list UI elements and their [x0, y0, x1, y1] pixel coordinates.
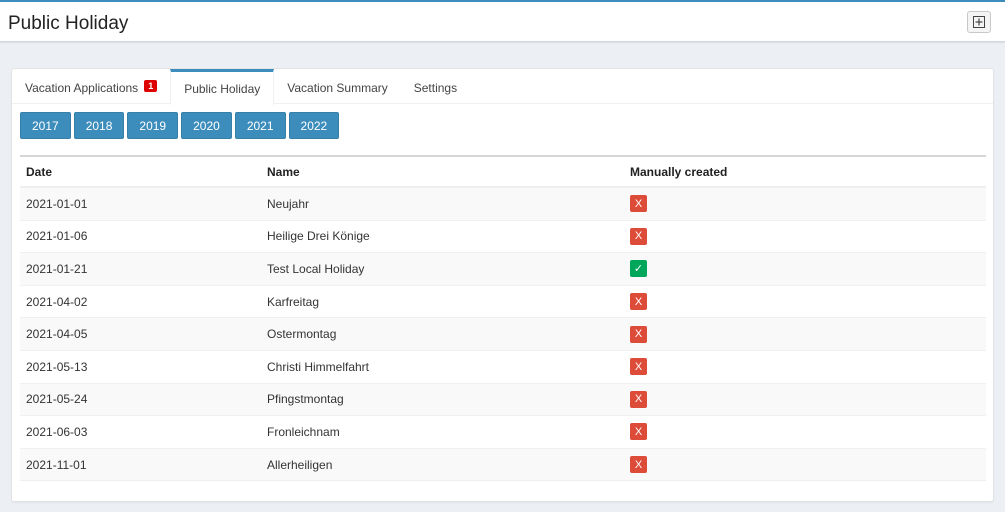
cell-name: Test Local Holiday — [267, 261, 365, 276]
table-header: Date Name Manually created — [20, 157, 986, 187]
cell-date: 2021-06-03 — [26, 424, 88, 439]
table-row: 2021-05-24 Pfingstmontag X — [20, 382, 986, 416]
cell-name: Karfreitag — [267, 294, 320, 309]
column-header-manually-created[interactable]: Manually created — [622, 165, 986, 179]
table-row: 2021-01-01 Neujahr X — [20, 187, 986, 220]
tab-label: Vacation Summary — [287, 81, 388, 95]
tab-public-holiday[interactable]: Public Holiday — [170, 69, 275, 105]
cell-date: 2021-05-13 — [26, 359, 88, 374]
table-row: 2021-01-06 Heilige Drei Könige X — [20, 219, 986, 253]
year-button-2017[interactable]: 2017 — [20, 112, 71, 139]
table-row: 2021-01-21 Test Local Holiday ✓ — [20, 252, 986, 285]
cell-date: 2021-04-02 — [26, 294, 88, 309]
cell-date: 2021-01-06 — [26, 229, 88, 244]
top-bar: Public Holiday — [0, 0, 1005, 42]
cell-date: 2021-01-01 — [26, 196, 88, 211]
year-button-2019[interactable]: 2019 — [127, 112, 179, 139]
cell-name: Pfingstmontag — [267, 392, 344, 407]
not-manual-icon: X — [630, 423, 647, 441]
cell-name: Christi Himmelfahrt — [267, 359, 370, 374]
tab-bar: Vacation Applications 1 Public Holiday V… — [12, 69, 993, 105]
column-header-name[interactable]: Name — [260, 165, 622, 179]
tab-vacation-summary[interactable]: Vacation Summary — [274, 69, 400, 104]
holiday-table: Date Name Manually created 2021-01-01 Ne… — [20, 155, 986, 482]
notification-badge: 1 — [144, 80, 158, 92]
table-row: 2021-04-05 Ostermontag X — [20, 317, 986, 350]
cell-name: Allerheiligen — [267, 457, 333, 472]
cell-date: 2021-05-24 — [26, 392, 88, 407]
cell-name: Neujahr — [267, 196, 310, 211]
not-manual-icon: X — [630, 358, 647, 376]
year-button-2018[interactable]: 2018 — [73, 112, 125, 139]
year-button-2020[interactable]: 2020 — [181, 112, 232, 139]
cell-date: 2021-04-05 — [26, 327, 88, 342]
tab-label: Public Holiday — [184, 81, 261, 96]
year-button-2022[interactable]: 2022 — [288, 112, 340, 139]
check-icon: ✓ — [630, 260, 647, 278]
not-manual-icon: X — [630, 195, 647, 213]
table-row: 2021-06-03 Fronleichnam X — [20, 415, 986, 448]
content-card: Vacation Applications 1 Public Holiday V… — [11, 68, 994, 502]
not-manual-icon: X — [630, 293, 647, 311]
column-header-date[interactable]: Date — [20, 165, 260, 179]
cell-date: 2021-11-01 — [26, 457, 87, 472]
not-manual-icon: X — [630, 227, 647, 245]
cell-name: Ostermontag — [267, 327, 337, 342]
expand-button[interactable] — [967, 11, 991, 33]
tab-label: Settings — [413, 81, 458, 95]
cell-date: 2021-01-21 — [26, 261, 88, 276]
year-button-2021[interactable]: 2021 — [234, 112, 286, 139]
cell-name: Heilige Drei Könige — [267, 229, 370, 244]
tab-vacation-applications[interactable]: Vacation Applications 1 — [12, 69, 170, 104]
tab-label: Vacation Applications — [25, 81, 139, 95]
not-manual-icon: X — [630, 390, 647, 408]
table-row: 2021-11-01 Allerheiligen X — [20, 447, 986, 481]
table-row: 2021-05-13 Christi Himmelfahrt X — [20, 349, 986, 383]
not-manual-icon: X — [630, 325, 647, 343]
table-row: 2021-04-02 Karfreitag X — [20, 284, 986, 318]
cell-name: Fronleichnam — [267, 424, 340, 439]
not-manual-icon: X — [630, 456, 647, 474]
year-filter: 2017 2018 2019 2020 2021 2022 — [20, 112, 340, 139]
tab-settings[interactable]: Settings — [401, 69, 470, 104]
plus-square-icon — [973, 16, 985, 28]
page-title: Public Holiday — [8, 13, 129, 34]
